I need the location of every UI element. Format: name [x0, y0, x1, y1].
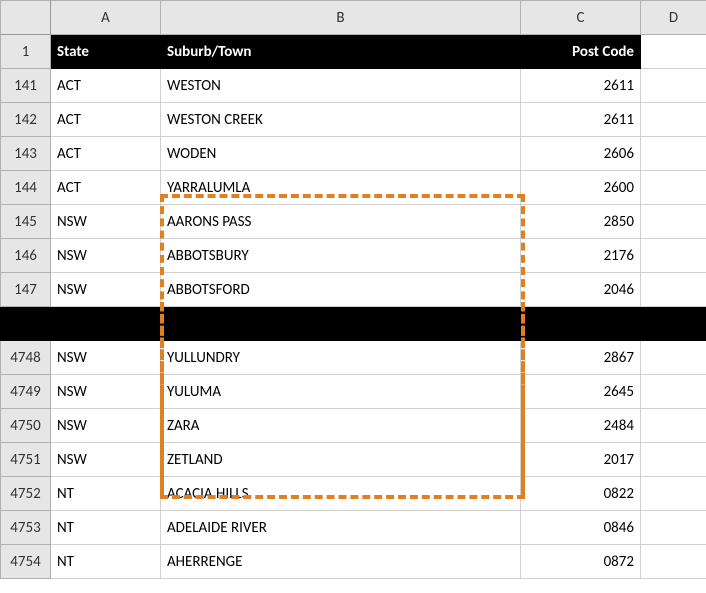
cell-suburb[interactable]: WESTON CREEK — [161, 103, 521, 137]
cell-state[interactable]: ACT — [51, 137, 161, 171]
table-row: 4751 NSW ZETLAND 2017 — [1, 443, 706, 477]
cell-postcode[interactable]: 2176 — [521, 239, 641, 273]
cell-suburb[interactable]: YULUMA — [161, 375, 521, 409]
row-header[interactable]: 142 — [1, 103, 51, 137]
row-header[interactable]: 144 — [1, 171, 51, 205]
table-row: 144 ACT YARRALUMLA 2600 — [1, 171, 706, 205]
row-header[interactable]: 4750 — [1, 409, 51, 443]
cell-postcode[interactable]: 2046 — [521, 273, 641, 307]
cell-suburb[interactable]: YULLUNDRY — [161, 341, 521, 375]
row-header[interactable]: 1 — [1, 35, 51, 69]
cell-state[interactable]: NSW — [51, 409, 161, 443]
row-header[interactable]: 4751 — [1, 443, 51, 477]
spreadsheet-container: A B C D 1 State Suburb/Town Post Code 14… — [0, 0, 706, 579]
cell-empty[interactable] — [641, 69, 706, 103]
cell-suburb-header[interactable]: Suburb/Town — [161, 35, 521, 69]
row-header[interactable]: 143 — [1, 137, 51, 171]
cell-postcode[interactable]: 2850 — [521, 205, 641, 239]
cell-state-header[interactable]: State — [51, 35, 161, 69]
cell-empty[interactable] — [641, 273, 706, 307]
cell-suburb[interactable]: WODEN — [161, 137, 521, 171]
cell-state[interactable]: NSW — [51, 375, 161, 409]
select-all-corner[interactable] — [1, 1, 51, 35]
cell-suburb[interactable]: ADELAIDE RIVER — [161, 511, 521, 545]
cell-suburb[interactable]: ACACIA HILLS — [161, 477, 521, 511]
col-header-D[interactable]: D — [641, 1, 706, 35]
cell-postcode[interactable]: 2606 — [521, 137, 641, 171]
spreadsheet-table: A B C D 1 State Suburb/Town Post Code 14… — [0, 0, 706, 579]
table-row: 145 NSW AARONS PASS 2850 — [1, 205, 706, 239]
cell-state[interactable]: NSW — [51, 273, 161, 307]
cell-postcode[interactable]: 0822 — [521, 477, 641, 511]
cell-state[interactable]: NSW — [51, 443, 161, 477]
cell-suburb[interactable]: ZETLAND — [161, 443, 521, 477]
cell-suburb[interactable]: ABBOTSBURY — [161, 239, 521, 273]
cell-suburb[interactable]: ABBOTSFORD — [161, 273, 521, 307]
cell-postcode[interactable]: 2017 — [521, 443, 641, 477]
cell-postcode[interactable]: 2600 — [521, 171, 641, 205]
cell-postcode[interactable]: 2611 — [521, 103, 641, 137]
cell-state[interactable]: NT — [51, 477, 161, 511]
row-header[interactable]: 4749 — [1, 375, 51, 409]
table-row: 4754 NT AHERRENGE 0872 — [1, 545, 706, 579]
table-row: 4752 NT ACACIA HILLS 0822 — [1, 477, 706, 511]
table-row: 143 ACT WODEN 2606 — [1, 137, 706, 171]
table-row: 4749 NSW YULUMA 2645 — [1, 375, 706, 409]
cell-empty[interactable] — [641, 239, 706, 273]
cell-state[interactable]: NSW — [51, 205, 161, 239]
cell-suburb[interactable]: YARRALUMLA — [161, 171, 521, 205]
cell-state[interactable]: ACT — [51, 171, 161, 205]
row-header[interactable]: 4754 — [1, 545, 51, 579]
cell-suburb[interactable]: WESTON — [161, 69, 521, 103]
col-header-B[interactable]: B — [161, 1, 521, 35]
cell-empty[interactable] — [641, 477, 706, 511]
cell-empty[interactable] — [641, 137, 706, 171]
cell-empty[interactable] — [641, 545, 706, 579]
cell-postcode-header[interactable]: Post Code — [521, 35, 641, 69]
cell-empty[interactable] — [641, 409, 706, 443]
cell-empty[interactable] — [641, 35, 706, 69]
table-row: 141 ACT WESTON 2611 — [1, 69, 706, 103]
row-header[interactable]: 4748 — [1, 341, 51, 375]
cell-suburb[interactable]: ZARA — [161, 409, 521, 443]
cell-empty[interactable] — [641, 171, 706, 205]
cell-postcode[interactable]: 0846 — [521, 511, 641, 545]
cell-postcode[interactable]: 2484 — [521, 409, 641, 443]
cell-empty[interactable] — [641, 341, 706, 375]
cell-postcode[interactable]: 0872 — [521, 545, 641, 579]
row-header[interactable]: 145 — [1, 205, 51, 239]
col-header-C[interactable]: C — [521, 1, 641, 35]
cell-empty[interactable] — [641, 443, 706, 477]
cell-postcode[interactable]: 2645 — [521, 375, 641, 409]
cell-empty[interactable] — [641, 511, 706, 545]
table-row: 142 ACT WESTON CREEK 2611 — [1, 103, 706, 137]
gap-row — [1, 307, 706, 341]
column-header-row: A B C D — [1, 1, 706, 35]
cell-state[interactable]: NT — [51, 511, 161, 545]
cell-state[interactable]: NSW — [51, 341, 161, 375]
col-header-A[interactable]: A — [51, 1, 161, 35]
table-row: 4748 NSW YULLUNDRY 2867 — [1, 341, 706, 375]
table-row: 147 NSW ABBOTSFORD 2046 — [1, 273, 706, 307]
row-header[interactable]: 4752 — [1, 477, 51, 511]
cell-state[interactable]: NT — [51, 545, 161, 579]
row-header[interactable]: 4753 — [1, 511, 51, 545]
table-row: 146 NSW ABBOTSBURY 2176 — [1, 239, 706, 273]
row-header[interactable]: 146 — [1, 239, 51, 273]
cell-state[interactable]: NSW — [51, 239, 161, 273]
cell-postcode[interactable]: 2611 — [521, 69, 641, 103]
cell-suburb[interactable]: AARONS PASS — [161, 205, 521, 239]
cell-empty[interactable] — [641, 375, 706, 409]
row-header[interactable]: 141 — [1, 69, 51, 103]
table-row: 4750 NSW ZARA 2484 — [1, 409, 706, 443]
cell-state[interactable]: ACT — [51, 69, 161, 103]
cell-empty[interactable] — [641, 205, 706, 239]
cell-suburb[interactable]: AHERRENGE — [161, 545, 521, 579]
header-row: 1 State Suburb/Town Post Code — [1, 35, 706, 69]
row-header[interactable]: 147 — [1, 273, 51, 307]
cell-postcode[interactable]: 2867 — [521, 341, 641, 375]
cell-state[interactable]: ACT — [51, 103, 161, 137]
table-row: 4753 NT ADELAIDE RIVER 0846 — [1, 511, 706, 545]
cell-empty[interactable] — [641, 103, 706, 137]
